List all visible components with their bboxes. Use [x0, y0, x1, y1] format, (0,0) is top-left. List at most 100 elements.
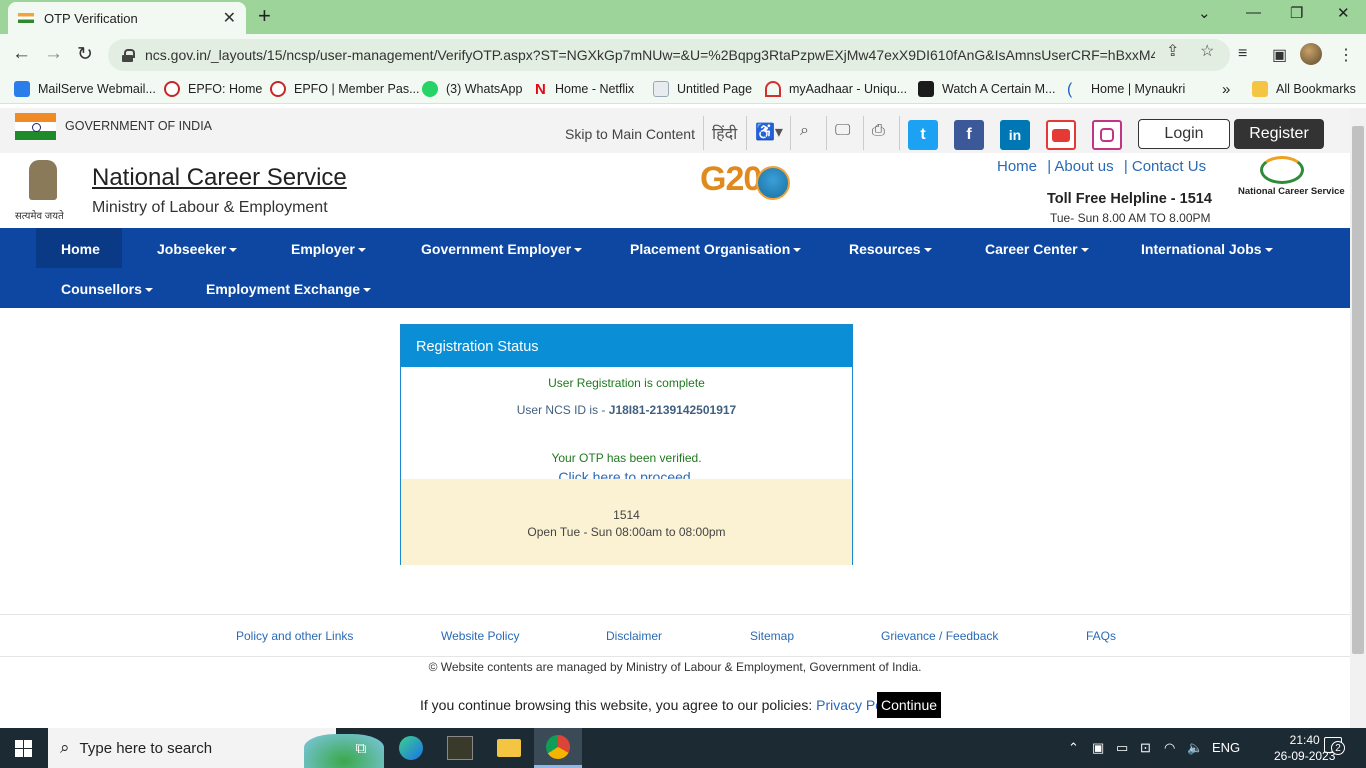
- accessibility-icon[interactable]: ♿▾: [755, 122, 783, 142]
- divider: [703, 116, 704, 150]
- search-icon[interactable]: ⌕: [800, 122, 809, 140]
- nav-home[interactable]: Home: [36, 228, 122, 268]
- volume-icon[interactable]: 🔈: [1187, 740, 1203, 756]
- all-bookmarks[interactable]: All Bookmarks: [1252, 81, 1356, 97]
- divider: [790, 116, 791, 150]
- bookmark-netflix[interactable]: N Home - Netflix: [535, 81, 634, 98]
- divider: [899, 116, 900, 150]
- whatsapp-icon: [422, 81, 438, 97]
- mailserve-app-icon[interactable]: [436, 728, 484, 768]
- back-icon[interactable]: ←: [12, 43, 31, 65]
- bookmarks-bar: MailServe Webmail... EPFO: Home EPFO | M…: [0, 76, 1366, 104]
- nav-resources[interactable]: Resources: [849, 241, 932, 257]
- nav-placement-organisation[interactable]: Placement Organisation: [630, 241, 802, 257]
- menu-icon[interactable]: ⋮: [1338, 45, 1354, 65]
- emblem-motto: सत्यमेव जयते: [15, 211, 64, 222]
- emblem-icon: [29, 160, 57, 200]
- side-panel-icon[interactable]: ▣: [1272, 45, 1287, 65]
- skip-to-content-link[interactable]: Skip to Main Content: [565, 126, 695, 142]
- about-link[interactable]: | About us: [1047, 158, 1113, 175]
- contact-link[interactable]: | Contact Us: [1124, 158, 1206, 175]
- restore-icon[interactable]: ❐: [1290, 4, 1303, 22]
- language-indicator[interactable]: ENG: [1212, 740, 1240, 755]
- url-text[interactable]: ncs.gov.in/_layouts/15/ncsp/user-managem…: [145, 47, 1155, 63]
- taskbar-search-placeholder: Type here to search: [79, 739, 213, 757]
- show-hidden-icons[interactable]: ⌃: [1068, 740, 1079, 756]
- footer-helpline-number: 1514: [613, 508, 640, 522]
- bookmark-epfo-home[interactable]: EPFO: Home: [164, 81, 262, 97]
- status-heading: Registration Status: [401, 325, 852, 367]
- notification-count: 2: [1331, 741, 1345, 755]
- instagram-icon[interactable]: [1092, 120, 1122, 150]
- disclaimer-link[interactable]: Disclaimer: [606, 629, 662, 643]
- minimize-icon[interactable]: —: [1246, 4, 1261, 21]
- tab-search-chevron-icon[interactable]: ⌄: [1198, 4, 1211, 22]
- home-link[interactable]: Home: [997, 158, 1037, 175]
- file-explorer-icon[interactable]: [485, 728, 533, 768]
- bookmark-mynaukri[interactable]: (Home | Mynaukri: [1067, 81, 1185, 98]
- page-scrollbar[interactable]: [1350, 108, 1366, 728]
- nav-jobseeker[interactable]: Jobseeker: [157, 241, 238, 257]
- login-button[interactable]: Login: [1138, 119, 1230, 149]
- bookmark-watch[interactable]: Watch A Certain M...: [918, 81, 1055, 97]
- meet-now-icon[interactable]: ▣: [1092, 740, 1104, 756]
- scroll-thumb[interactable]: [1352, 126, 1364, 654]
- bookmark-star-icon[interactable]: ☆: [1200, 41, 1214, 61]
- taskbar-search[interactable]: ⌕ Type here to search: [48, 728, 384, 768]
- more-bookmarks-icon[interactable]: »: [1222, 81, 1230, 98]
- main-nav: Home Jobseeker Employer Government Emplo…: [0, 228, 1350, 308]
- continue-button[interactable]: Continue: [877, 692, 941, 718]
- share-icon[interactable]: ⇪: [1166, 41, 1179, 61]
- new-tab-icon[interactable]: +: [258, 5, 271, 27]
- reading-list-icon[interactable]: ≡: [1238, 45, 1247, 63]
- hindi-link[interactable]: हिंदी: [712, 122, 737, 144]
- nav-government-employer[interactable]: Government Employer: [421, 241, 583, 257]
- task-view-icon[interactable]: ⧉: [337, 728, 385, 768]
- windows-start-icon[interactable]: [15, 740, 32, 757]
- facebook-icon[interactable]: f: [954, 120, 984, 150]
- faqs-link[interactable]: FAQs: [1086, 629, 1116, 643]
- caret-down-icon: [229, 248, 238, 253]
- web-page: GOVERNMENT OF INDIA Skip to Main Content…: [0, 108, 1350, 728]
- notifications-icon[interactable]: 2: [1324, 737, 1345, 756]
- sitemap-link[interactable]: Sitemap: [750, 629, 794, 643]
- bookmark-epfo-member[interactable]: EPFO | Member Pas...: [270, 81, 420, 97]
- lock-icon[interactable]: [122, 48, 135, 62]
- grievance-feedback-link[interactable]: Grievance / Feedback: [881, 629, 998, 643]
- folder-icon: [1252, 81, 1268, 97]
- close-tab-icon[interactable]: ✕: [223, 8, 236, 28]
- reload-icon[interactable]: ↻: [77, 43, 93, 66]
- profile-avatar[interactable]: [1300, 43, 1322, 65]
- nav-career-center[interactable]: Career Center: [985, 241, 1089, 257]
- nav-counsellors[interactable]: Counsellors: [61, 281, 153, 297]
- caret-down-icon: [1080, 248, 1089, 253]
- nav-international-jobs[interactable]: International Jobs: [1141, 241, 1273, 257]
- ncs-id-line: User NCS ID is - J18I81-2139142501917: [516, 403, 737, 417]
- browser-tab[interactable]: OTP Verification ✕: [8, 2, 246, 34]
- window-close-icon[interactable]: ✕: [1337, 4, 1350, 22]
- print-icon[interactable]: ⎙: [872, 122, 885, 140]
- national-emblem: सत्यमेव जयते: [15, 160, 70, 222]
- edge-icon[interactable]: [387, 728, 435, 768]
- nav-employer[interactable]: Employer: [291, 241, 366, 257]
- divider: [826, 116, 827, 150]
- bookmark-mailserve[interactable]: MailServe Webmail...: [14, 81, 156, 97]
- forward-icon[interactable]: →: [44, 43, 63, 65]
- site-title[interactable]: National Career Service: [92, 164, 347, 192]
- linkedin-icon[interactable]: in: [1000, 120, 1030, 150]
- twitter-icon[interactable]: t: [908, 120, 938, 150]
- wifi-icon[interactable]: ◠: [1164, 740, 1175, 756]
- device-icon[interactable]: ⊡: [1140, 740, 1151, 756]
- youtube-icon[interactable]: [1046, 120, 1076, 150]
- battery-icon[interactable]: ▭: [1116, 740, 1128, 756]
- address-bar[interactable]: ncs.gov.in/_layouts/15/ncsp/user-managem…: [108, 39, 1230, 71]
- policy-links[interactable]: Policy and other Links: [236, 629, 353, 643]
- chrome-icon[interactable]: [534, 728, 582, 768]
- bookmark-myaadhaar[interactable]: myAadhaar - Uniqu...: [765, 81, 907, 97]
- nav-employment-exchange[interactable]: Employment Exchange: [206, 281, 372, 297]
- bookmark-whatsapp[interactable]: (3) WhatsApp: [422, 81, 522, 97]
- register-button[interactable]: Register: [1234, 119, 1324, 149]
- website-policy-link[interactable]: Website Policy: [441, 629, 519, 643]
- screen-reader-icon[interactable]: 🖵: [835, 122, 850, 140]
- bookmark-untitled[interactable]: Untitled Page: [653, 81, 752, 97]
